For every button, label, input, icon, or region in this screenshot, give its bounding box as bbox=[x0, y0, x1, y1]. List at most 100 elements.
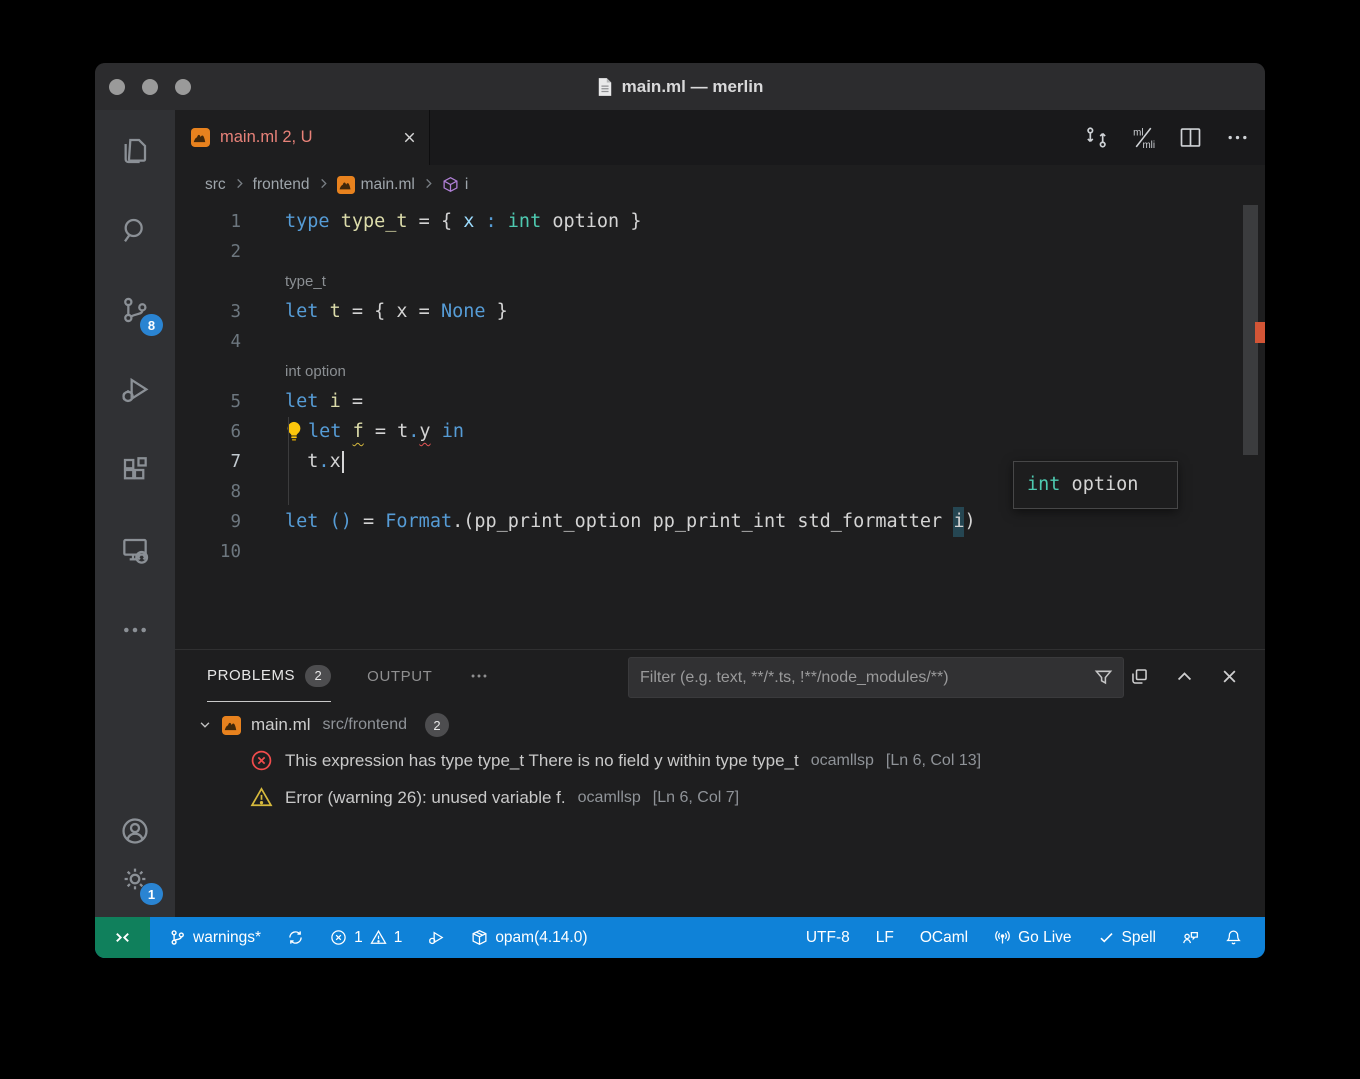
problems-filter-input[interactable] bbox=[629, 669, 1094, 687]
problem-source: ocamllsp bbox=[578, 789, 641, 807]
problem-row-error[interactable]: This expression has type type_t There is… bbox=[175, 742, 1265, 779]
close-panel-icon[interactable] bbox=[1220, 667, 1239, 686]
title-bar[interactable]: main.ml — merlin bbox=[95, 63, 1265, 110]
code-token: . bbox=[408, 417, 419, 447]
code-token: let bbox=[285, 507, 318, 537]
account-icon[interactable] bbox=[111, 807, 159, 855]
breadcrumb-symbol[interactable]: i bbox=[442, 176, 468, 194]
eol-item[interactable]: LF bbox=[865, 917, 905, 958]
document-icon bbox=[597, 77, 613, 97]
error-count: 1 bbox=[354, 929, 363, 947]
close-window-button[interactable] bbox=[109, 79, 125, 95]
problem-row-warning[interactable]: Error (warning 26): unused variable f. o… bbox=[175, 779, 1265, 816]
problem-location: [Ln 6, Col 7] bbox=[653, 789, 739, 807]
remote-explorer-icon[interactable] bbox=[111, 526, 159, 574]
desktop-background: main.ml — merlin 8 bbox=[0, 0, 1360, 1079]
feedback-icon[interactable] bbox=[1171, 917, 1210, 958]
code-token bbox=[497, 207, 508, 237]
search-icon[interactable] bbox=[111, 206, 159, 254]
code-token: = { bbox=[408, 207, 464, 237]
zoom-window-button[interactable] bbox=[175, 79, 191, 95]
tab-close-icon[interactable] bbox=[402, 130, 417, 145]
panel-header: PROBLEMS 2 OUTPUT bbox=[175, 650, 1265, 702]
line-number: 7 bbox=[175, 447, 241, 477]
code-token bbox=[318, 507, 329, 537]
code-token: let bbox=[285, 297, 318, 327]
code-token bbox=[341, 417, 352, 447]
panel-more-tabs-icon[interactable] bbox=[468, 665, 490, 687]
window-title: main.ml — merlin bbox=[622, 77, 764, 97]
remote-indicator[interactable] bbox=[95, 917, 150, 958]
code-row: 6let f = t.y in bbox=[175, 417, 1265, 447]
line-number: 9 bbox=[175, 507, 241, 537]
breadcrumb-src[interactable]: src bbox=[205, 176, 226, 194]
text-cursor bbox=[342, 451, 344, 473]
maximize-panel-icon[interactable] bbox=[1175, 667, 1194, 686]
code-row: 3let t = { x = None } bbox=[175, 297, 1265, 327]
line-number: 8 bbox=[175, 477, 241, 507]
ml-mli-switch-icon[interactable]: mlmli bbox=[1130, 124, 1157, 151]
code-token: = bbox=[352, 507, 385, 537]
code-token: in bbox=[442, 417, 464, 447]
code-token: ) bbox=[964, 507, 975, 537]
problems-filter bbox=[628, 657, 1124, 698]
language-mode-item[interactable]: OCaml bbox=[909, 917, 979, 958]
code-token: . bbox=[318, 447, 329, 477]
problems-status-item[interactable]: 1 1 bbox=[319, 917, 413, 958]
line-number bbox=[175, 357, 241, 387]
code-text: type type_t = { x : int option } bbox=[241, 207, 1265, 237]
warning-count: 1 bbox=[394, 929, 403, 947]
code-token: x bbox=[396, 297, 407, 327]
explorer-icon[interactable] bbox=[111, 126, 159, 174]
problem-message: Error (warning 26): unused variable f. bbox=[285, 788, 566, 808]
more-actions-icon[interactable] bbox=[111, 606, 159, 654]
code-token: t bbox=[330, 297, 341, 327]
tab-bar: main.ml 2, U mlmli bbox=[175, 110, 1265, 165]
tab-output[interactable]: OUTPUT bbox=[367, 668, 432, 685]
collapse-all-icon[interactable] bbox=[1130, 667, 1149, 686]
sync-item[interactable] bbox=[276, 917, 315, 958]
code-token: : bbox=[486, 207, 497, 237]
code-text: let t = { x = None } bbox=[241, 297, 1265, 327]
breadcrumb-file[interactable]: main.ml bbox=[337, 176, 415, 194]
code-token bbox=[330, 207, 341, 237]
problems-file-path: src/frontend bbox=[323, 716, 407, 734]
code-token bbox=[474, 207, 485, 237]
problems-panel: PROBLEMS 2 OUTPUT bbox=[175, 649, 1265, 917]
extensions-icon[interactable] bbox=[111, 446, 159, 494]
git-branch-item[interactable]: warnings* bbox=[158, 917, 272, 958]
encoding-item[interactable]: UTF-8 bbox=[795, 917, 861, 958]
notifications-bell-icon[interactable] bbox=[1214, 917, 1253, 958]
breadcrumb-frontend[interactable]: frontend bbox=[253, 176, 310, 194]
tab-main-ml[interactable]: main.ml 2, U bbox=[175, 110, 430, 165]
go-live-item[interactable]: Go Live bbox=[983, 917, 1082, 958]
tab-problems[interactable]: PROBLEMS 2 bbox=[207, 650, 331, 702]
code-token: type_t bbox=[341, 207, 408, 237]
more-actions-icon[interactable] bbox=[1224, 124, 1251, 151]
settings-gear-icon[interactable]: 1 bbox=[111, 855, 159, 903]
debug-status-item[interactable] bbox=[417, 917, 456, 958]
switch-impl-intf-icon[interactable] bbox=[1083, 124, 1110, 151]
minimize-window-button[interactable] bbox=[142, 79, 158, 95]
source-control-icon[interactable]: 8 bbox=[111, 286, 159, 334]
code-token: type bbox=[285, 207, 330, 237]
filter-funnel-icon[interactable] bbox=[1094, 668, 1123, 687]
code-token: t bbox=[397, 417, 408, 447]
code-token: f bbox=[353, 417, 364, 447]
split-editor-icon[interactable] bbox=[1177, 124, 1204, 151]
opam-switch-item[interactable]: opam(4.14.0) bbox=[460, 917, 598, 958]
breadcrumb: src frontend main.ml i bbox=[175, 165, 1265, 205]
spell-checker-item[interactable]: Spell bbox=[1087, 917, 1167, 958]
code-token: } bbox=[619, 207, 641, 237]
run-debug-icon[interactable] bbox=[111, 366, 159, 414]
code-token: let bbox=[308, 417, 341, 447]
code-row: 9let () = Format.(pp_print_option pp_pri… bbox=[175, 507, 1265, 537]
code-token: = { bbox=[341, 297, 397, 327]
editor[interactable]: 1type type_t = { x : int option }2type_t… bbox=[175, 205, 1265, 649]
vscode-window: main.ml — merlin 8 bbox=[95, 63, 1265, 958]
lightbulb-icon[interactable] bbox=[283, 420, 307, 444]
problems-file-row[interactable]: main.ml src/frontend 2 bbox=[175, 708, 1265, 742]
code-row: 10 bbox=[175, 537, 1265, 567]
warning-icon bbox=[250, 786, 273, 809]
code-token: () bbox=[330, 507, 352, 537]
